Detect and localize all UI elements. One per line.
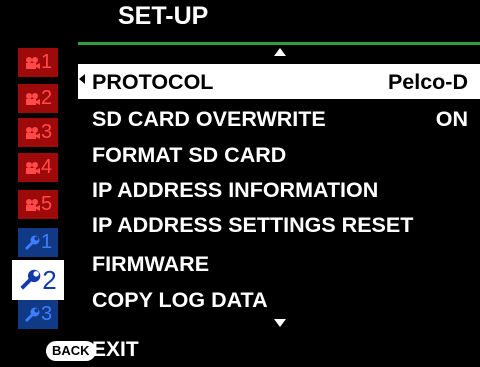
camera-icon	[25, 161, 40, 174]
tab-label: 5	[40, 193, 53, 215]
tab-label: 4	[40, 156, 53, 178]
tab-camera-3[interactable]: 3	[18, 118, 58, 147]
menu-item-protocol[interactable]: PROTOCOL Pelco-D	[92, 64, 476, 100]
header-divider	[78, 42, 480, 45]
wrench-icon	[20, 269, 41, 290]
scroll-down-arrow-icon[interactable]	[274, 319, 286, 327]
page-title: SET-UP	[118, 2, 209, 30]
selection-caret-icon	[79, 74, 85, 84]
menu-item-ip-address-information[interactable]: IP ADDRESS INFORMATION	[92, 172, 476, 208]
camera-icon	[25, 92, 40, 105]
menu-item-firmware[interactable]: FIRMWARE	[92, 246, 476, 282]
menu-item-label: IP ADDRESS INFORMATION	[92, 178, 379, 202]
camera-icon	[25, 56, 40, 69]
wrench-icon	[24, 235, 40, 250]
tab-label: 2	[42, 264, 57, 295]
tab-label: 3	[40, 121, 53, 143]
camera-icon	[25, 126, 40, 139]
tab-label: 1	[40, 231, 53, 253]
tab-wrench-3[interactable]: 3	[18, 300, 58, 329]
menu-item-label: SD CARD OVERWRITE	[92, 107, 326, 131]
tab-camera-1[interactable]: 1	[18, 48, 58, 77]
tab-label: 1	[40, 51, 53, 73]
tab-label: 3	[40, 303, 53, 325]
exit-label: EXIT	[92, 338, 139, 361]
menu-item-sd-card-overwrite[interactable]: SD CARD OVERWRITE ON	[92, 101, 476, 137]
wrench-icon	[24, 307, 40, 322]
tab-camera-4[interactable]: 4	[18, 153, 58, 182]
camera-icon	[25, 198, 40, 211]
menu-item-label: FORMAT SD CARD	[92, 143, 287, 167]
tab-camera-5[interactable]: 5	[18, 190, 58, 219]
scroll-up-arrow-icon[interactable]	[274, 48, 286, 56]
tab-camera-2[interactable]: 2	[18, 84, 58, 113]
tab-wrench-1[interactable]: 1	[18, 228, 58, 257]
menu-item-label: COPY LOG DATA	[92, 288, 268, 312]
menu-item-label: PROTOCOL	[92, 70, 214, 94]
menu-item-value: ON	[435, 107, 468, 131]
menu-item-label: IP ADDRESS SETTINGS RESET	[92, 213, 414, 237]
menu-item-label: FIRMWARE	[92, 252, 210, 276]
back-button-badge[interactable]: BACK	[46, 341, 96, 361]
menu-item-value: Pelco-D	[387, 70, 468, 94]
menu-item-format-sd-card[interactable]: FORMAT SD CARD	[92, 137, 476, 173]
menu-item-ip-address-settings-reset[interactable]: IP ADDRESS SETTINGS RESET	[92, 207, 476, 243]
tab-wrench-2[interactable]: 2	[12, 260, 64, 300]
menu-item-copy-log-data[interactable]: COPY LOG DATA	[92, 282, 476, 318]
tab-label: 2	[40, 87, 53, 109]
